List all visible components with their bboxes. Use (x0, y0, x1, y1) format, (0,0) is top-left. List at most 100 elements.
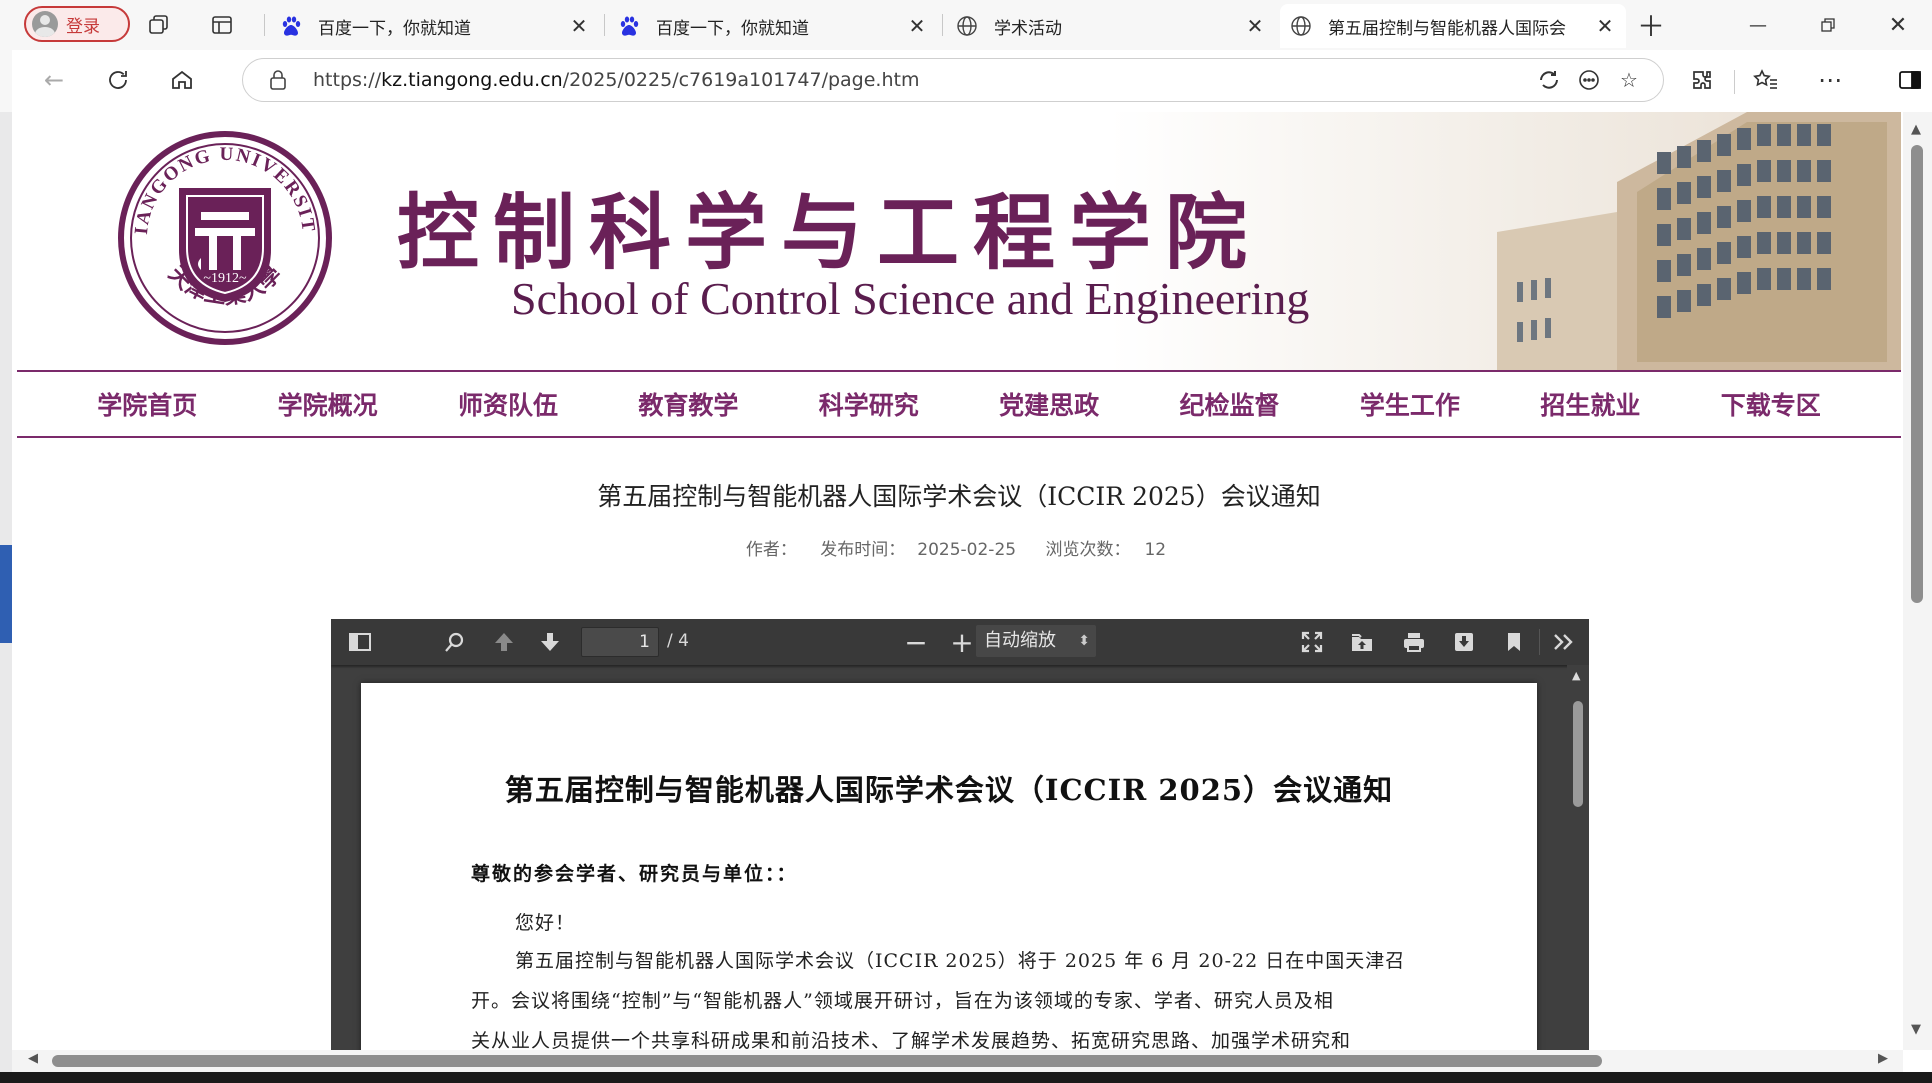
edge-block-blue (0, 545, 12, 643)
university-seal-logo: TIANGONG UNIVERSITY 天津工業大學 ~1912~ (117, 130, 332, 345)
menu-item-home[interactable]: 学院首页 (97, 386, 197, 422)
avatar-icon (32, 11, 58, 37)
svg-text:~1912~: ~1912~ (203, 271, 247, 286)
next-page-icon[interactable] (535, 627, 565, 657)
close-tab-icon[interactable]: ✕ (1244, 14, 1266, 38)
home-icon[interactable] (164, 62, 200, 98)
tab-baidu-2[interactable]: 百度一下，你就知道 ✕ (608, 4, 938, 48)
tab-title: 第五届控制与智能机器人国际会 (1328, 18, 1566, 39)
page-number-input[interactable]: 1 (581, 627, 659, 657)
article-title: 第五届控制与智能机器人国际学术会议（ICCIR 2025）会议通知 (597, 482, 1321, 511)
tab-actions-icon[interactable] (207, 10, 237, 40)
tab-title: 学术活动 (994, 18, 1062, 39)
pdf-toolbar: 1 / 4 − + 自动缩放 (331, 619, 1589, 665)
pdf-page: 第五届控制与智能机器人国际学术会议（ICCIR 2025）会议通知 尊敬的参会学… (361, 683, 1537, 1050)
page-vertical-scrollbar[interactable]: ▲ ▼ (1903, 112, 1932, 1050)
extensions-icon[interactable] (1684, 62, 1720, 98)
restore-icon[interactable] (1808, 8, 1848, 42)
previous-page-icon[interactable] (489, 627, 519, 657)
menu-item-student-affairs[interactable]: 学生工作 (1360, 386, 1460, 422)
url-text[interactable]: https://kz.tiangong.edu.cn/2025/0225/c76… (313, 69, 1529, 91)
scroll-up-arrow-icon[interactable]: ▲ (1911, 122, 1921, 137)
print-icon[interactable] (1399, 627, 1429, 657)
lock-icon[interactable] (267, 69, 289, 91)
navigation-bar: ← https://kz.tiangong.edu.cn/2025/0225/c… (12, 50, 1932, 112)
menu-item-research[interactable]: 科学研究 (819, 386, 919, 422)
browser-chrome: 登录 百度一下，你就知道 ✕ 百度一下，你就知道 ✕ 学术活动 ✕ 第五届控制与… (0, 0, 1932, 112)
pdf-scrollbar[interactable]: ▲ (1567, 665, 1589, 1050)
taskbar-edge (0, 1072, 1932, 1083)
vertical-scroll-thumb[interactable] (1911, 145, 1923, 603)
scroll-down-arrow-icon[interactable]: ▼ (1911, 1022, 1921, 1037)
menu-item-discipline[interactable]: 纪检监督 (1180, 386, 1280, 422)
menu-item-admissions[interactable]: 招生就业 (1540, 386, 1640, 422)
tab-title: 百度一下，你就知道 (318, 18, 471, 39)
download-icon[interactable] (1449, 627, 1479, 657)
sidebar-toggle-icon[interactable] (1892, 62, 1928, 98)
favorites-list-icon[interactable] (1748, 62, 1784, 98)
favorite-star-icon[interactable]: ☆ (1609, 68, 1649, 92)
document-hello: 您好！ (515, 912, 576, 934)
menu-item-party-building[interactable]: 党建思政 (999, 386, 1099, 422)
date-label: 发布时间： (820, 540, 906, 560)
menu-item-downloads[interactable]: 下载专区 (1721, 386, 1821, 422)
read-aloud-icon[interactable] (1529, 68, 1569, 92)
close-tab-icon[interactable]: ✕ (1594, 14, 1616, 38)
site-banner: TIANGONG UNIVERSITY 天津工業大學 ~1912~ 控制科学与工… (17, 112, 1901, 370)
page-horizontal-scrollbar[interactable]: ◀ ▶ (12, 1050, 1903, 1072)
search-icon[interactable] (440, 627, 470, 657)
college-title-en: School of Control Science and Engineerin… (511, 273, 1310, 324)
main-menu: 学院首页 学院概况 师资队伍 教育教学 科学研究 党建思政 纪检监督 学生工作 … (17, 370, 1901, 438)
bookmark-icon[interactable] (1499, 627, 1529, 657)
tab-bar: 登录 百度一下，你就知道 ✕ 百度一下，你就知道 ✕ 学术活动 ✕ 第五届控制与… (12, 0, 1932, 50)
back-arrow-icon[interactable]: ← (36, 62, 72, 98)
close-tab-icon[interactable]: ✕ (568, 14, 590, 38)
profile-label: 登录 (66, 16, 100, 37)
globe-icon (956, 15, 978, 37)
address-bar[interactable]: https://kz.tiangong.edu.cn/2025/0225/c76… (242, 58, 1664, 102)
fullscreen-icon[interactable] (1297, 627, 1327, 657)
tab-conference-notice[interactable]: 第五届控制与智能机器人国际会 ✕ (1280, 4, 1626, 48)
document-paragraph-line: 关从业人员提供一个共享科研成果和前沿技术、了解学术发展趋势、拓宽研究思路、加强学… (471, 1030, 1352, 1050)
menu-item-education[interactable]: 教育教学 (638, 386, 738, 422)
document-paragraph-line: 开。会议将围绕“控制”与“智能机器人”领域展开研讨，旨在为该领域的专家、学者、研… (471, 990, 1334, 1012)
menu-item-faculty[interactable]: 师资队伍 (458, 386, 558, 422)
author-label: 作者： (745, 540, 797, 560)
left-window-edge (0, 0, 12, 1083)
tools-expand-icon[interactable] (1549, 627, 1579, 657)
open-file-icon[interactable] (1347, 627, 1377, 657)
scroll-left-arrow-icon[interactable]: ◀ (28, 1051, 38, 1066)
close-tab-icon[interactable]: ✕ (906, 14, 928, 38)
scroll-up-arrow-icon[interactable]: ▲ (1572, 669, 1580, 682)
zoom-select[interactable]: 自动缩放 (976, 625, 1096, 657)
close-window-icon[interactable]: ✕ (1878, 8, 1918, 42)
building-photo (1497, 112, 1901, 370)
horizontal-scroll-thumb[interactable] (52, 1055, 1602, 1067)
minimize-icon[interactable]: — (1738, 8, 1778, 42)
publish-date: 2025-02-25 (917, 540, 1017, 560)
zoom-out-icon[interactable]: − (901, 626, 931, 659)
document-title: 第五届控制与智能机器人国际学术会议（ICCIR 2025）会议通知 (504, 773, 1394, 807)
globe-icon (1290, 15, 1312, 37)
sidebar-toggle-icon[interactable] (345, 627, 375, 657)
menu-item-overview[interactable]: 学院概况 (278, 386, 378, 422)
zoom-in-icon[interactable]: + (947, 626, 977, 659)
document-paragraph-line: 第五届控制与智能机器人国际学术会议（ICCIR 2025）将于 2025 年 6… (515, 950, 1406, 972)
pdf-scroll-thumb[interactable] (1573, 701, 1583, 807)
refresh-icon[interactable] (100, 62, 136, 98)
baidu-icon (618, 15, 640, 37)
tab-academic-activities[interactable]: 学术活动 ✕ (946, 4, 1276, 48)
views-label: 浏览次数： (1045, 540, 1131, 560)
profile-button[interactable]: 登录 (24, 6, 130, 42)
tab-baidu-1[interactable]: 百度一下，你就知道 ✕ (270, 4, 600, 48)
pdf-viewer: 1 / 4 − + 自动缩放 ⬍ 第五届控制与智能机器人国际学术会议（ICCIR… (331, 619, 1589, 1050)
baidu-icon (280, 15, 302, 37)
settings-more-icon[interactable]: ⋯ (1812, 62, 1848, 98)
collections-icon[interactable] (144, 10, 174, 40)
scroll-right-arrow-icon[interactable]: ▶ (1878, 1051, 1888, 1066)
college-title-cn: 控制科学与工程学院 (397, 185, 1262, 281)
web-page: TIANGONG UNIVERSITY 天津工業大學 ~1912~ 控制科学与工… (17, 112, 1901, 1050)
new-tab-icon[interactable]: ＋ (1636, 10, 1666, 43)
view-count: 12 (1144, 540, 1167, 560)
more-options-circle-icon[interactable] (1569, 68, 1609, 92)
